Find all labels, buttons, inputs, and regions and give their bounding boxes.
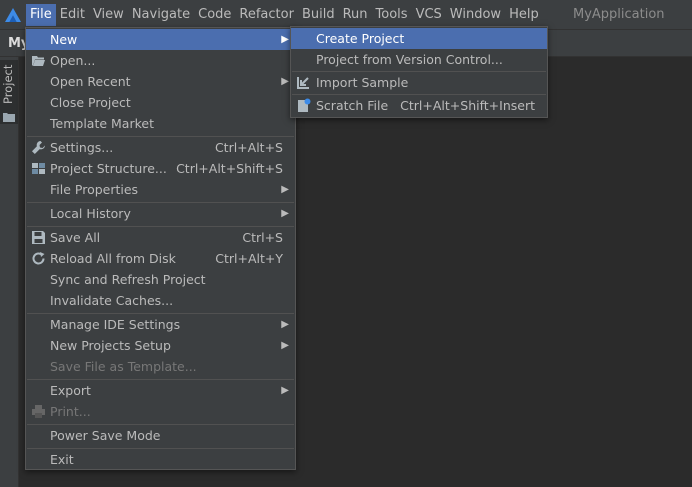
chevron-right-icon: ▶ — [281, 76, 289, 87]
menu-item-project-from-vcs[interactable]: Project from Version Control... — [291, 49, 547, 70]
menu-item-label: Save All — [50, 230, 101, 245]
menu-item-label: Open Recent — [50, 74, 131, 89]
save-icon — [31, 230, 46, 245]
menu-item-label: Local History — [50, 206, 131, 221]
print-icon — [31, 404, 46, 419]
menu-item-invalidate-caches[interactable]: Invalidate Caches... — [26, 290, 295, 311]
menu-item-label: Template Market — [50, 116, 154, 131]
import-icon — [296, 75, 311, 90]
menu-item-label: Scratch File — [316, 98, 389, 113]
app-logo-icon[interactable] — [0, 0, 26, 29]
menu-item-label: Manage IDE Settings — [50, 317, 181, 332]
menu-item-file-properties[interactable]: File Properties ▶ — [26, 179, 295, 200]
window-title: MyApplication — [573, 7, 665, 22]
menu-item-open[interactable]: Open... — [26, 50, 295, 71]
menu-item-settings[interactable]: Settings... Ctrl+Alt+S — [26, 137, 295, 158]
project-tab-label: Project — [1, 64, 15, 104]
menu-item-label: New — [50, 32, 78, 47]
menu-item-label: Import Sample — [316, 75, 409, 90]
chevron-right-icon: ▶ — [281, 340, 289, 351]
folder-icon — [3, 110, 15, 125]
menu-item-label: Project from Version Control... — [316, 52, 503, 67]
menu-help[interactable]: Help — [505, 4, 543, 26]
menu-view[interactable]: View — [89, 4, 128, 26]
new-submenu: Create Project Project from Version Cont… — [290, 26, 548, 118]
menu-item-template-market[interactable]: Template Market — [26, 113, 295, 134]
menu-refactor[interactable]: Refactor — [235, 4, 298, 26]
menu-item-print: Print... — [26, 401, 295, 422]
menu-item-reload-all[interactable]: Reload All from Disk Ctrl+Alt+Y — [26, 248, 295, 269]
menu-item-save-file-as-template: Save File as Template... — [26, 356, 295, 377]
menu-item-open-recent[interactable]: Open Recent ▶ — [26, 71, 295, 92]
menu-bar: File Edit View Navigate Code Refactor Bu… — [0, 0, 692, 29]
menu-item-close-project[interactable]: Close Project — [26, 92, 295, 113]
menu-build[interactable]: Build — [298, 4, 339, 26]
chevron-right-icon: ▶ — [281, 208, 289, 219]
menu-item-label: Create Project — [316, 31, 405, 46]
file-menu: New ▶ Open... Open Recent ▶ Close Projec… — [25, 27, 296, 470]
shortcut-label: Ctrl+Alt+Shift+S — [176, 161, 283, 176]
menu-item-export[interactable]: Export ▶ — [26, 380, 295, 401]
menu-window[interactable]: Window — [446, 4, 505, 26]
menu-item-save-all[interactable]: Save All Ctrl+S — [26, 227, 295, 248]
shortcut-label: Ctrl+Alt+Shift+Insert — [400, 98, 535, 113]
chevron-right-icon: ▶ — [281, 184, 289, 195]
menu-item-sync-refresh[interactable]: Sync and Refresh Project — [26, 269, 295, 290]
menu-item-label: Invalidate Caches... — [50, 293, 174, 308]
menu-item-label: Open... — [50, 53, 96, 68]
scratch-file-icon — [296, 98, 311, 113]
menu-run[interactable]: Run — [339, 4, 372, 26]
menu-item-import-sample[interactable]: Import Sample — [291, 72, 547, 93]
folder-open-icon — [31, 53, 46, 68]
menu-tools[interactable]: Tools — [372, 4, 412, 26]
chevron-right-icon: ▶ — [281, 385, 289, 396]
reload-icon — [31, 251, 46, 266]
menu-edit[interactable]: Edit — [56, 4, 89, 26]
project-structure-icon — [31, 161, 46, 176]
menu-item-power-save-mode[interactable]: Power Save Mode — [26, 425, 295, 446]
shortcut-label: Ctrl+Alt+Y — [215, 251, 283, 266]
menu-item-exit[interactable]: Exit — [26, 449, 295, 470]
menu-item-label: Print... — [50, 404, 91, 419]
menu-item-local-history[interactable]: Local History ▶ — [26, 203, 295, 224]
menu-item-label: Close Project — [50, 95, 131, 110]
menu-item-label: Project Structure... — [50, 161, 167, 176]
menu-item-label: Export — [50, 383, 91, 398]
menu-item-label: Save File as Template... — [50, 359, 197, 374]
menu-item-label: Sync and Refresh Project — [50, 272, 206, 287]
menu-item-new-projects-setup[interactable]: New Projects Setup ▶ — [26, 335, 295, 356]
menu-item-label: New Projects Setup — [50, 338, 171, 353]
chevron-right-icon: ▶ — [281, 319, 289, 330]
menu-navigate[interactable]: Navigate — [128, 4, 194, 26]
shortcut-label: Ctrl+Alt+S — [214, 140, 283, 155]
menu-code[interactable]: Code — [194, 4, 235, 26]
menu-item-scratch-file[interactable]: Scratch File Ctrl+Alt+Shift+Insert — [291, 95, 547, 116]
menu-item-project-structure[interactable]: Project Structure... Ctrl+Alt+Shift+S — [26, 158, 295, 179]
menu-item-label: File Properties — [50, 182, 139, 197]
menu-item-create-project[interactable]: Create Project — [291, 28, 547, 49]
shortcut-label: Ctrl+S — [242, 230, 283, 245]
wrench-icon — [31, 140, 46, 155]
menu-file[interactable]: File — [26, 3, 56, 26]
menu-item-label: Exit — [50, 452, 74, 467]
menu-item-manage-ide-settings[interactable]: Manage IDE Settings ▶ — [26, 314, 295, 335]
chevron-right-icon: ▶ — [281, 34, 289, 45]
menu-item-label: Settings... — [50, 140, 114, 155]
menu-item-label: Power Save Mode — [50, 428, 161, 443]
menu-vcs[interactable]: VCS — [412, 4, 446, 26]
menu-item-new[interactable]: New ▶ — [26, 29, 295, 50]
menu-item-label: Reload All from Disk — [50, 251, 176, 266]
